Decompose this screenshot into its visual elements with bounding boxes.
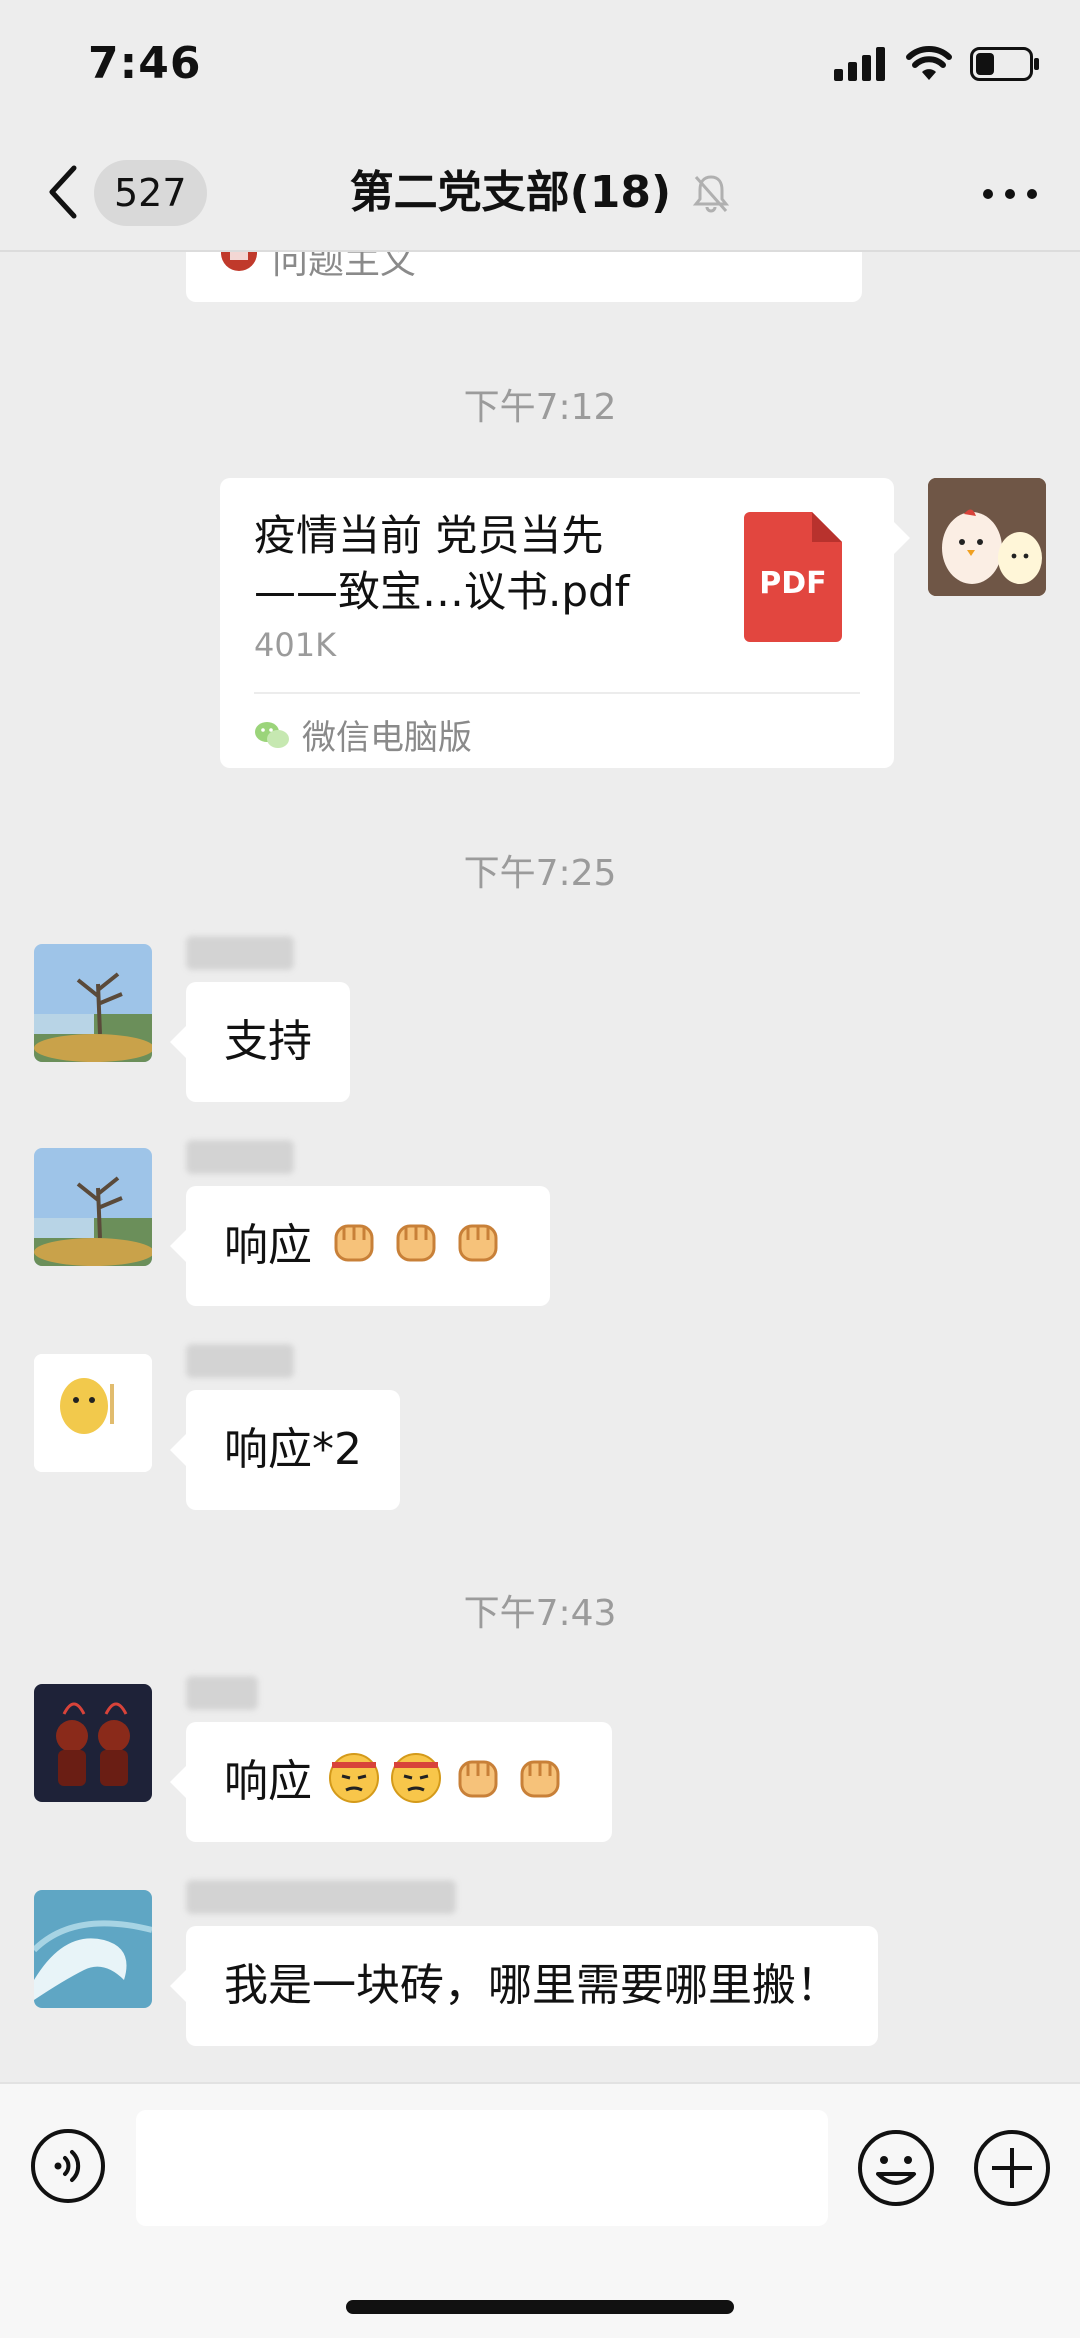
file-source-label: 微信电脑版 [302, 718, 472, 758]
avatar[interactable] [34, 1890, 152, 2008]
avatar[interactable] [34, 1148, 152, 1266]
wechat-icon [255, 721, 289, 748]
file-title-line1: 疫情当前 党员当先 [254, 511, 604, 560]
mute-bell-icon [693, 175, 730, 213]
sender-name [186, 1344, 294, 1378]
message-bubble[interactable]: 响应*2 [170, 1390, 400, 1510]
signal-icon [834, 47, 885, 81]
voice-icon[interactable] [30, 2128, 106, 2204]
chick-lamp-avatar-icon [928, 478, 1046, 596]
message-input[interactable] [136, 2110, 828, 2226]
partial-message-card[interactable]: 问题主义 [186, 252, 862, 302]
plus-icon[interactable] [972, 2128, 1052, 2208]
message-bubble[interactable]: 支持 [170, 982, 350, 1102]
more-icon[interactable] [980, 166, 1040, 222]
sender-name [186, 1140, 294, 1174]
sender-name [186, 936, 294, 970]
cartoon-character-avatar-icon [34, 1354, 152, 1472]
home-indicator[interactable] [346, 2300, 734, 2314]
message-bubble[interactable]: 我是一块砖，哪里需要哪里搬！ [170, 1926, 878, 2046]
avatar[interactable] [34, 944, 152, 1062]
file-size: 401K [254, 626, 337, 664]
sender-name [186, 1880, 456, 1914]
pdf-icon-label: PDF [759, 566, 827, 601]
input-bar [0, 2082, 1080, 2338]
avatar[interactable] [34, 1684, 152, 1802]
fist-icon [458, 1224, 498, 1262]
message-text: 支持 [224, 1016, 312, 1067]
message-text: 我是一块砖，哪里需要哪里搬！ [224, 1960, 840, 2011]
emoji-icon[interactable] [856, 2128, 936, 2208]
ocean-wave-avatar-icon [34, 1890, 152, 2008]
chat-title: 第二党支部(18) [349, 167, 672, 218]
status-icons [834, 46, 1040, 82]
determined-face-icon [329, 1753, 379, 1803]
file-title-line2: ——致宝…议书.pdf [254, 567, 630, 616]
file-card-divider [254, 692, 860, 694]
timestamp: 下午7:12 [463, 387, 617, 428]
message-text: 响应*2 [224, 1424, 362, 1475]
sender-name [186, 1676, 258, 1710]
message-text: 响应 [224, 1756, 312, 1807]
fist-icon [520, 1760, 560, 1798]
file-message-card[interactable]: 疫情当前 党员当先 ——致宝…议书.pdf 401K PDF 微信电脑版 [220, 478, 910, 768]
app-logo-icon [221, 252, 257, 271]
fist-icon [334, 1224, 374, 1262]
figurines-avatar-icon [34, 1684, 152, 1802]
battery-icon [970, 47, 1039, 81]
file-source: 微信电脑版 [254, 710, 472, 759]
fist-icon [396, 1224, 436, 1262]
timestamp: 下午7:43 [463, 1593, 617, 1634]
partial-card-text: 问题主义 [272, 252, 417, 282]
message-bubble[interactable]: 响应 [170, 1186, 550, 1306]
avatar[interactable] [928, 478, 1046, 596]
wifi-icon [906, 46, 952, 80]
avatar[interactable] [34, 1354, 152, 1472]
fist-icon [458, 1760, 498, 1798]
determined-face-icon [391, 1753, 441, 1803]
status-time: 7:46 [88, 38, 202, 89]
message-text: 响应 [224, 1220, 312, 1271]
message-bubble[interactable]: 响应 [170, 1722, 612, 1842]
timestamp: 下午7:25 [463, 853, 617, 894]
file-title: 疫情当前 党员当先 ——致宝…议书.pdf [254, 508, 694, 620]
page-title: 第二党支部(18) [0, 160, 1080, 226]
lakeside-tree-avatar-icon [34, 1148, 152, 1266]
lakeside-tree-avatar-icon [34, 944, 152, 1062]
chat-header: 527 第二党支部(18) [0, 130, 1080, 252]
